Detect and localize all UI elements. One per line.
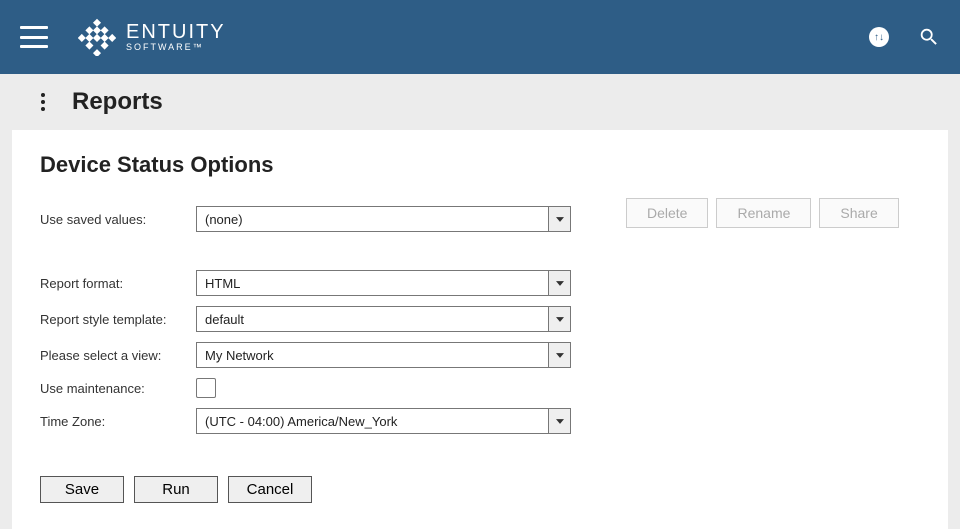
cancel-button[interactable]: Cancel xyxy=(228,476,312,503)
format-label: Report format: xyxy=(40,276,196,291)
page-title: Device Status Options xyxy=(40,152,920,178)
template-select[interactable]: default xyxy=(196,306,571,332)
brand-logo: ENTUITY SOFTWARE™ xyxy=(78,18,226,56)
maintenance-checkbox[interactable] xyxy=(196,378,216,398)
timezone-select[interactable]: (UTC - 04:00) America/New_York xyxy=(196,408,571,434)
chevron-down-icon xyxy=(548,307,570,331)
options-panel: Device Status Options Delete Rename Shar… xyxy=(12,130,948,529)
saved-values-select[interactable]: (none) xyxy=(196,206,571,232)
rename-button[interactable]: Rename xyxy=(716,198,811,228)
brand-name: ENTUITY xyxy=(126,22,226,42)
breadcrumb: Reports xyxy=(72,88,163,116)
save-button[interactable]: Save xyxy=(40,476,124,503)
delete-button[interactable]: Delete xyxy=(626,198,708,228)
swap-icon[interactable]: ↑↓ xyxy=(868,26,890,48)
run-button[interactable]: Run xyxy=(134,476,218,503)
view-value: My Network xyxy=(197,343,548,367)
format-value: HTML xyxy=(197,271,548,295)
search-icon[interactable] xyxy=(918,26,940,48)
logo-mark-icon xyxy=(78,18,116,56)
saved-values-value: (none) xyxy=(197,207,548,231)
share-button[interactable]: Share xyxy=(819,198,898,228)
more-options-icon[interactable] xyxy=(36,93,50,111)
chevron-down-icon xyxy=(548,271,570,295)
view-select[interactable]: My Network xyxy=(196,342,571,368)
timezone-value: (UTC - 04:00) America/New_York xyxy=(197,409,548,433)
chevron-down-icon xyxy=(548,207,570,231)
menu-icon[interactable] xyxy=(20,26,48,48)
timezone-label: Time Zone: xyxy=(40,414,196,429)
page-header: Reports xyxy=(0,74,960,130)
brand-sub: SOFTWARE™ xyxy=(126,42,226,52)
action-buttons: Save Run Cancel xyxy=(40,476,920,503)
maintenance-label: Use maintenance: xyxy=(40,381,196,396)
template-value: default xyxy=(197,307,548,331)
chevron-down-icon xyxy=(548,343,570,367)
saved-values-label: Use saved values: xyxy=(40,212,196,227)
template-label: Report style template: xyxy=(40,312,196,327)
format-select[interactable]: HTML xyxy=(196,270,571,296)
chevron-down-icon xyxy=(548,409,570,433)
view-label: Please select a view: xyxy=(40,348,196,363)
saved-values-actions: Delete Rename Share xyxy=(626,198,899,228)
top-app-bar: ENTUITY SOFTWARE™ ↑↓ xyxy=(0,0,960,74)
